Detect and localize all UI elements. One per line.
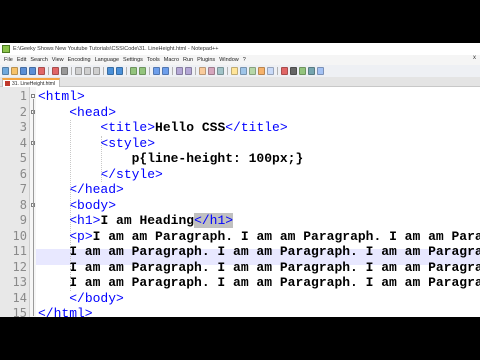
code-line: I am am Paragraph. I am am Paragraph. I … (38, 244, 480, 259)
save-macro-icon[interactable] (317, 67, 324, 75)
line-number: 12 (12, 259, 27, 274)
menu-macro[interactable]: Macro (164, 57, 179, 63)
line-number: 6 (19, 166, 27, 181)
menu-encoding[interactable]: Encoding (68, 57, 91, 63)
zoom-out-icon[interactable] (162, 67, 169, 75)
close-document-icon[interactable]: x (473, 55, 476, 61)
close-all-icon[interactable] (52, 67, 59, 75)
line-number: 15 (12, 306, 27, 317)
notepad-app-icon (2, 45, 10, 53)
save-all-icon[interactable] (29, 67, 36, 75)
indent-guide (101, 135, 102, 182)
menu-help[interactable]: ? (243, 57, 246, 63)
save-icon[interactable] (20, 67, 27, 75)
toolbar-separator (71, 67, 72, 75)
stop-icon[interactable] (290, 67, 297, 75)
toolbar-separator (172, 67, 173, 75)
line-number: 14 (12, 290, 27, 305)
find-icon[interactable] (130, 67, 137, 75)
code-line: </html> (38, 306, 93, 317)
code-line: I am am Paragraph. I am am Paragraph. I … (38, 259, 480, 275)
udl-icon[interactable] (231, 67, 238, 75)
function-list-icon[interactable] (249, 67, 256, 75)
line-number: 4 (19, 135, 27, 150)
fold-toggle-icon[interactable] (31, 94, 35, 98)
indent-guide (70, 120, 71, 291)
menu-window[interactable]: Window (219, 57, 239, 63)
toolbar-separator (48, 67, 49, 75)
window-title: E:\Geeky Shows New Youtube Tutorials\CSS… (13, 46, 219, 52)
notepad-window: E:\Geeky Shows New Youtube Tutorials\CSS… (0, 43, 480, 317)
line-number: 10 (12, 228, 27, 243)
code-line: </head> (69, 182, 124, 197)
code-line: <head> (69, 104, 117, 120)
menu-settings[interactable]: Settings (123, 57, 143, 63)
wrap-icon[interactable] (199, 67, 206, 75)
tab-bar: 31. LineHeight.html (0, 77, 480, 87)
code-line: p{line-height: 100px;} (38, 151, 304, 166)
line-number: 7 (19, 182, 27, 196)
toolbar-separator (195, 67, 196, 75)
toolbar-separator (227, 67, 228, 75)
line-number: 3 (19, 120, 27, 134)
new-file-icon[interactable] (2, 67, 9, 75)
print-icon[interactable] (61, 67, 68, 75)
menu-search[interactable]: Search (30, 57, 47, 63)
monitor-icon[interactable] (267, 67, 274, 75)
copy-icon[interactable] (84, 67, 91, 75)
zoom-in-icon[interactable] (153, 67, 160, 75)
sync-v-icon[interactable] (176, 67, 183, 75)
menu-view[interactable]: View (52, 57, 64, 63)
play-icon[interactable] (299, 67, 306, 75)
line-number: 5 (19, 151, 27, 165)
paste-icon[interactable] (93, 67, 100, 75)
doc-map-icon[interactable] (240, 67, 247, 75)
line-number: 13 (12, 275, 27, 289)
toolbar-separator (277, 67, 278, 75)
line-number: 1 (19, 89, 27, 103)
code-line: <p>I am am Paragraph. I am am Paragraph.… (69, 228, 480, 244)
code-editor[interactable]: 1 <html> 2 <head> 3 <title>Hello CSS</title… (0, 87, 480, 317)
tab-saved-state-icon (5, 81, 10, 86)
tab-linehight-html[interactable]: 31. LineHeight.html (2, 78, 61, 87)
line-number: 8 (19, 197, 27, 212)
toolbar (0, 65, 480, 77)
code-line: <body> (69, 197, 117, 213)
sync-h-icon[interactable] (185, 67, 192, 75)
redo-icon[interactable] (116, 67, 123, 75)
toolbar-separator (149, 67, 150, 75)
code-line: <h1>I am Heading</h1> (69, 213, 234, 228)
tab-label: 31. LineHeight.html (12, 80, 56, 87)
menu-run[interactable]: Run (183, 57, 193, 63)
toolbar-separator (103, 67, 104, 75)
replace-icon[interactable] (139, 67, 146, 75)
close-icon[interactable] (38, 67, 45, 75)
line-number: 2 (19, 104, 27, 119)
toolbar-separator (126, 67, 127, 75)
fold-line (33, 99, 34, 316)
menu-plugins[interactable]: Plugins (197, 57, 215, 63)
menu-tools[interactable]: Tools (147, 57, 160, 63)
menu-file[interactable]: File (4, 57, 13, 63)
code-line: </body> (69, 290, 124, 306)
open-icon[interactable] (11, 67, 18, 75)
menu-language[interactable]: Language (95, 57, 119, 63)
indent-guide-icon[interactable] (217, 67, 224, 75)
code-line: <html> (38, 89, 85, 104)
folder-workspace-icon[interactable] (258, 67, 265, 75)
record-icon[interactable] (281, 67, 288, 75)
code-line: I am am Paragraph. I am am Paragraph. I … (38, 275, 480, 290)
line-number: 9 (19, 213, 27, 227)
code-line: <style> (100, 135, 156, 151)
all-chars-icon[interactable] (208, 67, 215, 75)
menu-bar: File Edit Search View Encoding Language … (0, 55, 480, 65)
title-bar: E:\Geeky Shows New Youtube Tutorials\CSS… (0, 43, 480, 55)
menu-edit[interactable]: Edit (17, 57, 26, 63)
run-multiple-icon[interactable] (308, 67, 315, 75)
cut-icon[interactable] (75, 67, 82, 75)
undo-icon[interactable] (107, 67, 114, 75)
code-line: <title>Hello CSS</title> (100, 120, 288, 135)
line-number: 11 (12, 244, 27, 258)
